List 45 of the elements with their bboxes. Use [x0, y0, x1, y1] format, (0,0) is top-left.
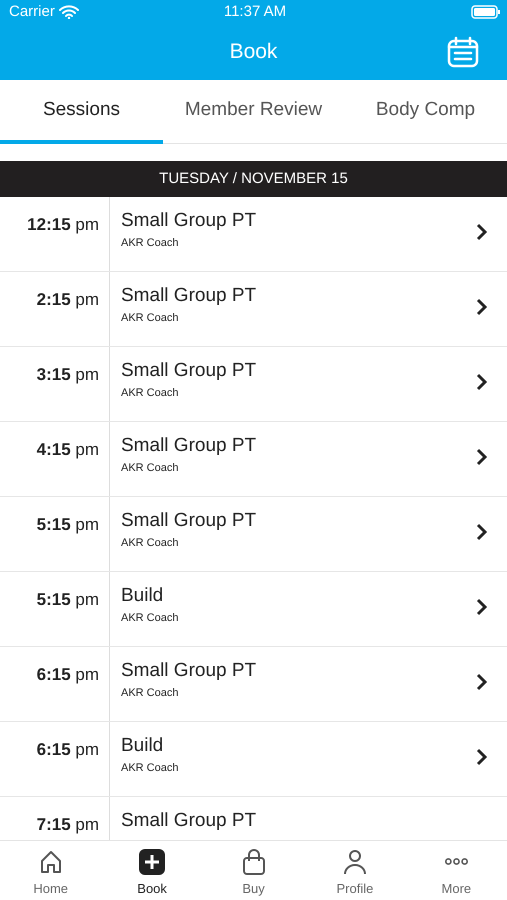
- tab-bar-item[interactable]: Profile: [304, 841, 406, 900]
- bag-icon: [240, 849, 267, 875]
- calendar-button[interactable]: [447, 36, 479, 68]
- more-icon: [444, 858, 468, 865]
- screen-title: Book: [230, 39, 278, 66]
- session-time: 12:15 pm: [27, 215, 99, 234]
- tab-bar-item[interactable]: Book: [101, 841, 203, 900]
- carrier-label: Carrier: [9, 2, 55, 22]
- session-name: Small Group PT: [121, 211, 258, 232]
- tab-bar-item[interactable]: More: [406, 841, 507, 900]
- tab-bar-item[interactable]: Buy: [202, 841, 304, 900]
- coach-name: AKR Coach: [121, 536, 180, 551]
- wifi-icon: [58, 5, 79, 19]
- coach-name: AKR Coach: [121, 686, 180, 701]
- coach-name: AKR Coach: [121, 386, 180, 401]
- session-time: 2:15 pm: [36, 290, 99, 309]
- date-header: TUESDAY / NOVEMBER 15: [159, 168, 348, 189]
- status-time: 11:37 AM: [224, 2, 286, 20]
- tab[interactable]: Sessions: [0, 80, 163, 144]
- session-name: Small Group PT: [121, 661, 258, 682]
- session-name: Small Group PT: [121, 511, 258, 532]
- session-time: 4:15 pm: [36, 440, 99, 459]
- tab[interactable]: Body Comp: [344, 80, 507, 144]
- session-time: 3:15 pm: [36, 365, 99, 384]
- coach-name: AKR Coach: [121, 760, 180, 776]
- session-name: Small Group PT: [121, 361, 258, 382]
- tab[interactable]: Member Review: [163, 80, 344, 144]
- session-name: Build: [121, 736, 164, 757]
- session-time: 6:15 pm: [36, 665, 99, 684]
- coach-name: AKR Coach: [121, 460, 180, 476]
- person-icon: [342, 849, 368, 875]
- coach-name: AKR Coach: [121, 610, 180, 626]
- tab-bar-item[interactable]: Home: [0, 841, 102, 900]
- coach-name: AKR Coach: [121, 310, 180, 326]
- session-name: Build: [121, 586, 164, 607]
- plus-icon: [139, 849, 166, 875]
- session-name: Small Group PT: [121, 811, 258, 832]
- session-time: 5:15 pm: [36, 515, 99, 534]
- session-name: Small Group PT: [121, 436, 258, 457]
- session-time: 5:15 pm: [36, 590, 99, 609]
- session-time: 6:15 pm: [36, 740, 99, 759]
- session-time: 7:15 pm: [36, 815, 99, 834]
- battery-icon: [471, 5, 501, 19]
- coach-name: AKR Coach: [121, 236, 180, 251]
- session-name: Small Group PT: [121, 286, 258, 307]
